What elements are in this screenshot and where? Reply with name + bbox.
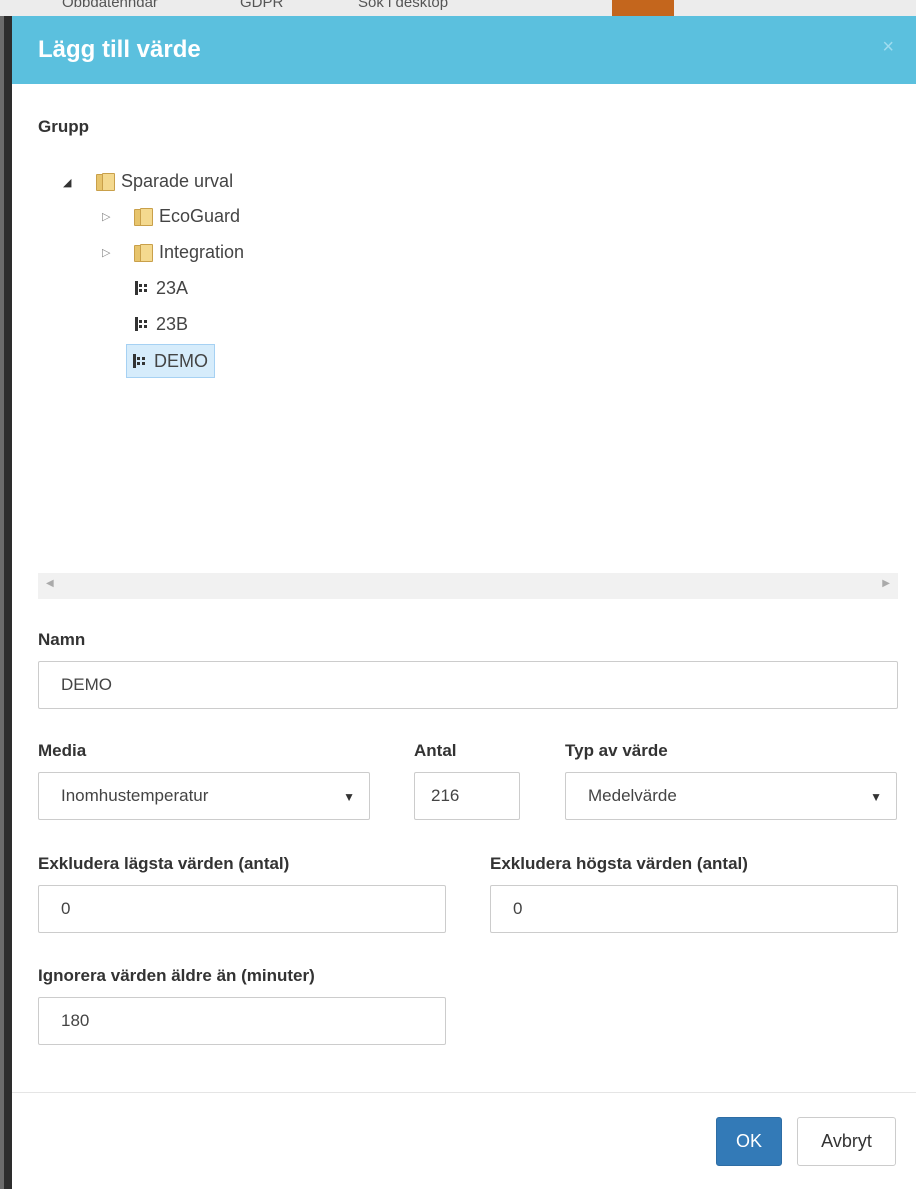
tree-item-23b[interactable]: 23B (134, 310, 188, 338)
tree-item-integration[interactable]: Integration (134, 238, 244, 266)
exclude-highest-input[interactable]: 0 (490, 885, 898, 933)
folder-icon (134, 244, 153, 262)
background-text: Obbdatenndar (62, 0, 158, 11)
background-text: Sök i desktop (358, 0, 449, 11)
collapse-toggle-icon[interactable]: ▷ (102, 210, 110, 223)
tree-item-demo[interactable]: DEMO (126, 344, 215, 378)
tree-item-ecoguard[interactable]: EcoGuard (134, 202, 240, 230)
cancel-button[interactable]: Avbryt (797, 1117, 896, 1166)
tree-item-label: EcoGuard (159, 205, 241, 226)
exclude-highest-label: Exkludera högsta värden (antal) (490, 854, 748, 873)
name-input[interactable]: DEMO (38, 661, 898, 709)
close-icon[interactable]: × (882, 36, 894, 58)
add-value-dialog: Lägg till värde × Grupp ◢ Sparade urval … (12, 16, 916, 1189)
value-type-select[interactable]: Medelvärde ▼ (565, 772, 897, 820)
media-select-value: Inomhustemperatur (61, 786, 209, 805)
tree-item-23a[interactable]: 23A (134, 274, 188, 302)
count-input[interactable]: 216 (414, 772, 520, 820)
tree-horizontal-scrollbar[interactable]: ◀ ▶ (38, 573, 898, 599)
building-icon (134, 316, 150, 332)
ignore-older-input[interactable]: 180 (38, 997, 446, 1045)
tree-item-label: 23B (156, 313, 189, 334)
value-type-select-value: Medelvärde (588, 786, 677, 805)
tree-item-label: Sparade urval (121, 170, 234, 191)
group-label: Grupp (38, 117, 89, 136)
background-text: GDPR (240, 0, 284, 11)
dialog-title: Lägg till värde (38, 36, 201, 63)
ok-button[interactable]: OK (716, 1117, 782, 1166)
name-label: Namn (38, 630, 86, 649)
exclude-lowest-input[interactable]: 0 (38, 885, 446, 933)
dropdown-caret-icon: ▼ (870, 790, 882, 804)
background-page-strip: Obbdatenndar GDPR Sök i desktop (0, 0, 916, 16)
tree-item-label: DEMO (154, 350, 208, 371)
footer-divider (12, 1092, 916, 1093)
tree-item-label: 23A (156, 277, 189, 298)
media-select[interactable]: Inomhustemperatur ▼ (38, 772, 370, 820)
dropdown-caret-icon: ▼ (343, 790, 355, 804)
background-left-border (0, 16, 4, 1189)
background-orange-block (612, 0, 674, 16)
building-icon (134, 280, 150, 296)
building-icon (132, 353, 148, 369)
expand-toggle-icon[interactable]: ◢ (63, 176, 71, 189)
tree-item-sparade-urval[interactable]: Sparade urval (96, 167, 233, 195)
exclude-lowest-label: Exkludera lägsta värden (antal) (38, 854, 290, 873)
media-label: Media (38, 741, 87, 760)
folder-icon (96, 173, 115, 191)
value-type-label: Typ av värde (565, 741, 668, 760)
folder-icon (134, 208, 153, 226)
scroll-left-icon[interactable]: ◀ (46, 578, 54, 589)
ignore-older-label: Ignorera värden äldre än (minuter) (38, 966, 315, 985)
dialog-header: Lägg till värde × (12, 16, 916, 84)
collapse-toggle-icon[interactable]: ▷ (102, 246, 110, 259)
scroll-right-icon[interactable]: ▶ (882, 578, 890, 589)
tree-item-label: Integration (159, 241, 245, 262)
count-label: Antal (414, 741, 457, 760)
